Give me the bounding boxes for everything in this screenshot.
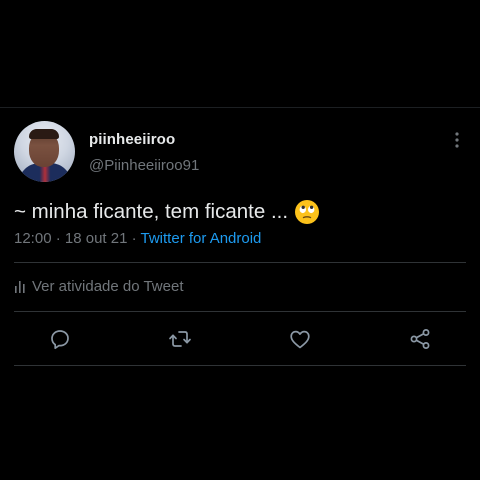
like-icon[interactable]: [288, 327, 312, 351]
author-display-name[interactable]: piinheeiiroo: [89, 131, 175, 148]
divider: [14, 365, 466, 366]
divider: [14, 311, 466, 312]
tweet-screen: piinheeiiroo @Piinheeiiroo91 ~ minha fic…: [0, 0, 480, 480]
tweet-source-link[interactable]: Twitter for Android: [141, 230, 262, 247]
tweet-text: ~ minha ficante, tem ficante ...: [14, 199, 320, 225]
divider: [14, 262, 466, 263]
author-handle[interactable]: @Piinheeiiroo91: [89, 157, 199, 174]
top-divider: [0, 107, 480, 108]
share-icon[interactable]: [408, 327, 432, 351]
tweet-time: 12:00: [14, 230, 52, 247]
tweet-meta: 12:00 · 18 out 21 · Twitter for Android: [14, 230, 262, 247]
rolling-eyes-emoji-icon: [295, 200, 320, 224]
retweet-icon[interactable]: [168, 327, 192, 351]
reply-icon[interactable]: [48, 327, 72, 351]
analytics-icon: [15, 280, 25, 293]
tweet-activity-label: Ver atividade do Tweet: [32, 278, 184, 295]
tweet-activity-button[interactable]: Ver atividade do Tweet: [15, 278, 184, 295]
avatar[interactable]: [14, 121, 75, 182]
tweet-date: 18 out 21: [64, 230, 128, 247]
more-options-icon[interactable]: [450, 130, 464, 150]
tweet-body: ~ minha ficante, tem ficante ...: [14, 200, 289, 223]
